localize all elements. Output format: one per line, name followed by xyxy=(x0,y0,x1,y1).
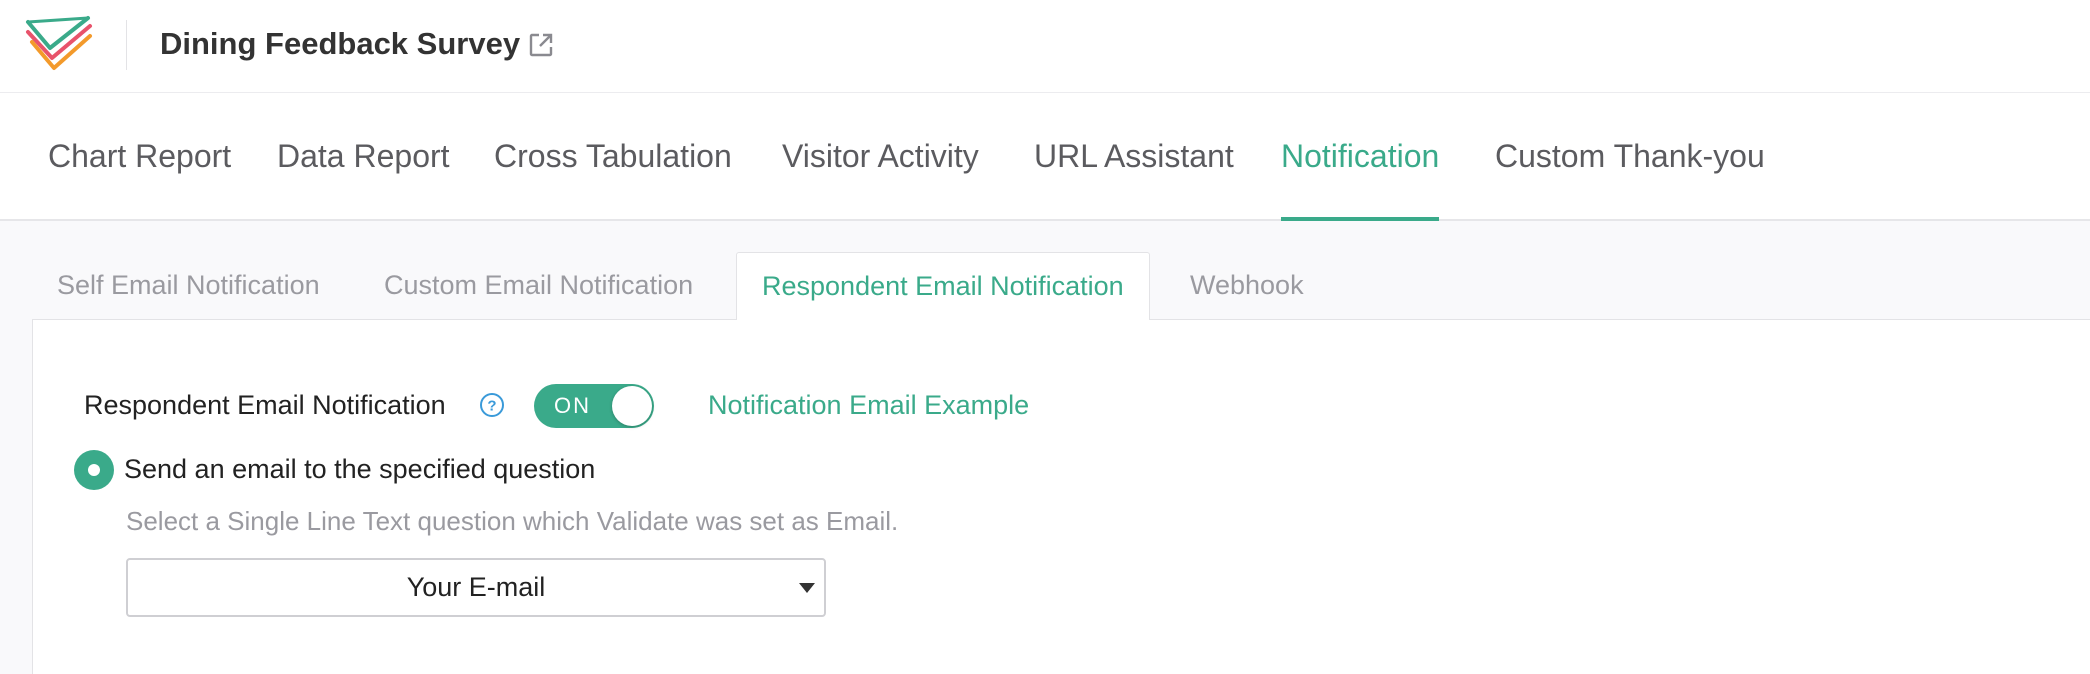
checkmark-logo-icon[interactable] xyxy=(24,14,94,76)
tab-custom-thank-you[interactable]: Custom Thank-you xyxy=(1495,93,1765,219)
header-divider xyxy=(126,20,127,70)
svg-text:?: ? xyxy=(487,398,496,415)
subtab-self-email-notification[interactable]: Self Email Notification xyxy=(32,252,345,320)
tab-cross-tabulation[interactable]: Cross Tabulation xyxy=(494,93,732,219)
external-link-icon[interactable] xyxy=(527,31,555,59)
tab-url-assistant[interactable]: URL Assistant xyxy=(1034,93,1234,219)
main-tab-bar: Chart Report Data Report Cross Tabulatio… xyxy=(0,93,2090,221)
select-value: Your E-mail xyxy=(406,572,546,602)
tab-chart-report[interactable]: Chart Report xyxy=(48,93,231,219)
respondent-notification-panel: Respondent Email Notification ? ON Notif… xyxy=(32,319,2090,674)
sub-tab-bar: Self Email Notification Custom Email Not… xyxy=(32,252,2090,320)
toggle-knob xyxy=(612,386,652,426)
question-circle-icon[interactable]: ? xyxy=(479,392,505,418)
tab-visitor-activity[interactable]: Visitor Activity xyxy=(782,93,979,219)
respondent-notification-label: Respondent Email Notification xyxy=(84,390,446,420)
tab-data-report[interactable]: Data Report xyxy=(277,93,450,219)
app-header: Dining Feedback Survey xyxy=(0,0,2090,93)
radio-selected-dot xyxy=(88,464,100,476)
email-question-select[interactable]: Your E-mail xyxy=(126,558,826,617)
notification-email-example-link[interactable]: Notification Email Example xyxy=(708,388,1029,422)
caret-down-icon xyxy=(799,583,815,593)
send-to-question-radio[interactable] xyxy=(74,450,114,490)
subtab-custom-email-notification[interactable]: Custom Email Notification xyxy=(359,252,718,320)
toggle-state-label: ON xyxy=(554,393,591,418)
subtab-webhook[interactable]: Webhook xyxy=(1165,252,1329,320)
tab-notification[interactable]: Notification xyxy=(1281,93,1440,221)
question-hint-text: Select a Single Line Text question which… xyxy=(126,506,899,536)
subtab-respondent-email-notification[interactable]: Respondent Email Notification xyxy=(736,252,1150,320)
send-to-question-label[interactable]: Send an email to the specified question xyxy=(124,452,595,486)
notification-toggle[interactable]: ON xyxy=(534,384,654,428)
survey-title: Dining Feedback Survey xyxy=(160,26,521,61)
